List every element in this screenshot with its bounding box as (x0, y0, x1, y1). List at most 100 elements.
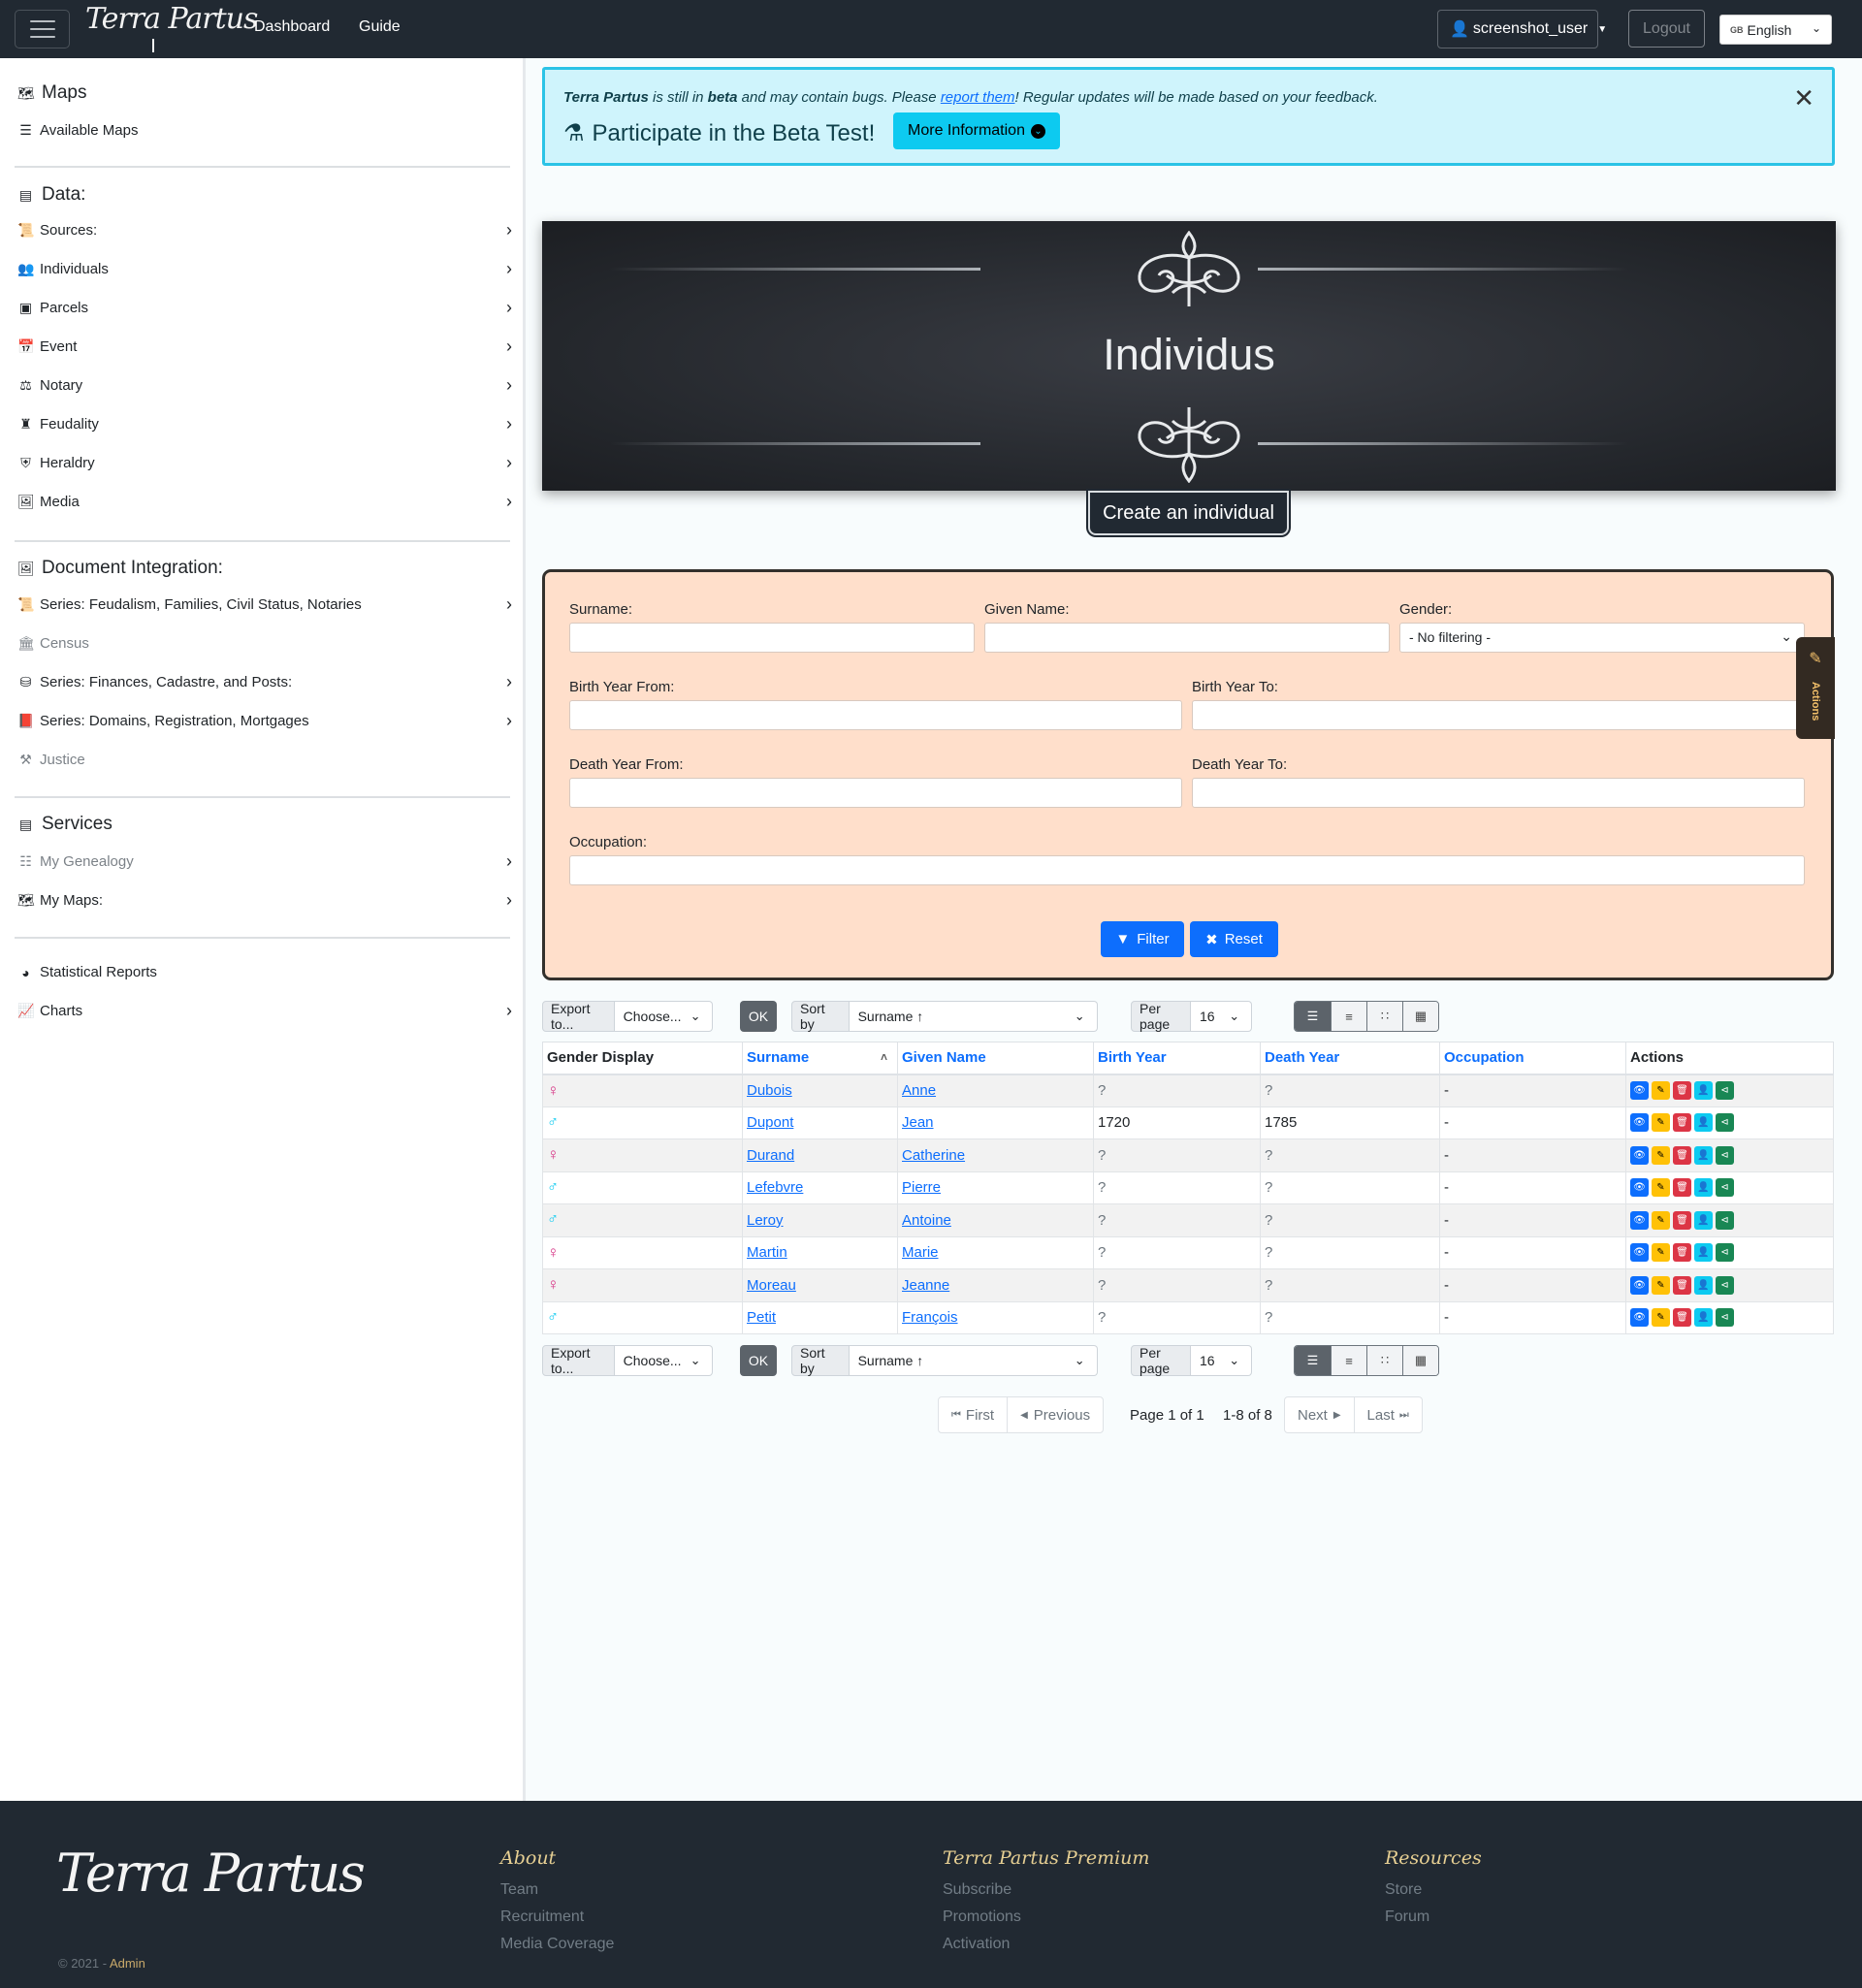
sort-select[interactable]: Surname ↑ ⌄ (849, 1001, 1098, 1032)
view-icon[interactable]: 👁 (1630, 1210, 1649, 1230)
sidebar-item-my-genealogy[interactable]: ☷ My Genealogy › (17, 851, 512, 871)
trash-icon[interactable]: 🗑 (1673, 1145, 1691, 1165)
trash-icon[interactable]: 🗑 (1673, 1275, 1691, 1295)
col-birth-year[interactable]: Birth Year (1093, 1042, 1261, 1075)
admin-link[interactable]: Admin (110, 1956, 145, 1971)
given-name-link[interactable]: Antoine (902, 1212, 951, 1229)
export-ok-button[interactable]: OK (740, 1345, 777, 1376)
sidebar-item-notary[interactable]: ⚖ Notary › (17, 375, 512, 395)
more-information-button[interactable]: More Information ⌄ (893, 112, 1060, 149)
sidebar-item-parcels[interactable]: ▣ Parcels › (17, 298, 512, 317)
trash-icon[interactable]: 🗑 (1673, 1113, 1691, 1133)
view-icon[interactable]: 👁 (1630, 1178, 1649, 1198)
user-link-icon[interactable]: 👤 (1694, 1275, 1713, 1295)
view-icon[interactable]: 👁 (1630, 1308, 1649, 1328)
sidebar-item-charts[interactable]: 📈 Charts › (17, 1001, 512, 1020)
given-name-link[interactable]: François (902, 1309, 958, 1326)
given-name-link[interactable]: Marie (902, 1244, 939, 1261)
trash-icon[interactable]: 🗑 (1673, 1308, 1691, 1328)
pencil-icon[interactable]: ✎ (1652, 1178, 1670, 1198)
menu-toggle-button[interactable] (15, 10, 70, 48)
report-bugs-link[interactable]: report them (941, 89, 1015, 106)
share-icon[interactable]: ⊲ (1716, 1113, 1734, 1133)
given-name-input[interactable] (984, 623, 1390, 653)
reset-button[interactable]: ✖ Reset (1190, 921, 1278, 957)
actions-side-tab[interactable]: ✎ Actions (1796, 637, 1835, 739)
surname-link[interactable]: Martin (747, 1244, 787, 1261)
create-individual-button[interactable]: Create an individual (1088, 491, 1289, 535)
user-link-icon[interactable]: 👤 (1694, 1210, 1713, 1230)
surname-input[interactable] (569, 623, 975, 653)
user-link-icon[interactable]: 👤 (1694, 1243, 1713, 1263)
col-occupation[interactable]: Occupation (1439, 1042, 1626, 1075)
sidebar-doc-item[interactable]: 📕 Series: Domains, Registration, Mortgage… (17, 711, 512, 730)
sidebar-item-heraldry[interactable]: ⛨ Heraldry › (17, 453, 512, 472)
footer-link[interactable]: Activation (943, 1936, 1010, 1953)
surname-link[interactable]: Leroy (747, 1212, 784, 1229)
view-icon[interactable]: 👁 (1630, 1145, 1649, 1165)
per-page-select[interactable]: 16 ⌄ (1191, 1345, 1253, 1376)
view-grid-small-icon[interactable]: ∷ (1366, 1346, 1402, 1375)
close-icon[interactable]: ✕ (1793, 83, 1814, 113)
surname-link[interactable]: Durand (747, 1147, 794, 1164)
pencil-icon[interactable]: ✎ (1652, 1113, 1670, 1133)
view-grid-large-icon[interactable]: ▦ (1402, 1346, 1438, 1375)
surname-link[interactable]: Moreau (747, 1277, 796, 1294)
footer-link[interactable]: Subscribe (943, 1881, 1011, 1899)
export-select[interactable]: Choose... ⌄ (614, 1001, 714, 1032)
sidebar-item-my-maps[interactable]: 🗺 My Maps: › (17, 890, 512, 910)
footer-link[interactable]: Promotions (943, 1908, 1021, 1926)
view-icon[interactable]: 👁 (1630, 1275, 1649, 1295)
given-name-link[interactable]: Anne (902, 1082, 936, 1099)
first-page-button[interactable]: ⏮ First (939, 1397, 1007, 1432)
per-page-select[interactable]: 16 ⌄ (1191, 1001, 1253, 1032)
share-icon[interactable]: ⊲ (1716, 1243, 1734, 1263)
share-icon[interactable]: ⊲ (1716, 1145, 1734, 1165)
col-given-name[interactable]: Given Name (897, 1042, 1094, 1075)
pencil-icon[interactable]: ✎ (1652, 1308, 1670, 1328)
nav-guide-link[interactable]: Guide (359, 18, 401, 36)
user-link-icon[interactable]: 👤 (1694, 1145, 1713, 1165)
user-menu-button[interactable]: 👤 screenshot_user ▼ (1437, 10, 1607, 48)
surname-link[interactable]: Dupont (747, 1114, 793, 1131)
share-icon[interactable]: ⊲ (1716, 1178, 1734, 1198)
user-link-icon[interactable]: 👤 (1694, 1178, 1713, 1198)
given-name-link[interactable]: Jeanne (902, 1277, 949, 1294)
given-name-link[interactable]: Jean (902, 1114, 934, 1131)
share-icon[interactable]: ⊲ (1716, 1081, 1734, 1100)
sidebar-item-event[interactable]: 📅 Event › (17, 337, 512, 356)
footer-link[interactable]: Store (1385, 1881, 1422, 1899)
view-icon[interactable]: 👁 (1630, 1081, 1649, 1100)
sidebar-item-available-maps[interactable]: ☰ Available Maps (17, 122, 512, 139)
sidebar-doc-item[interactable]: ⛁ Series: Finances, Cadastre, and Posts: › (17, 672, 512, 691)
gender-select[interactable]: - No filtering - ⌄ (1399, 623, 1805, 653)
view-list-icon[interactable]: ☰ (1295, 1346, 1331, 1375)
share-icon[interactable]: ⊲ (1716, 1308, 1734, 1328)
given-name-link[interactable]: Catherine (902, 1147, 965, 1164)
view-icon[interactable]: 👁 (1630, 1113, 1649, 1133)
surname-link[interactable]: Lefebvre (747, 1179, 803, 1196)
surname-link[interactable]: Petit (747, 1309, 776, 1326)
last-page-button[interactable]: Last ⏭ (1353, 1397, 1422, 1432)
previous-page-button[interactable]: ◀ Previous (1007, 1397, 1103, 1432)
death-year-to-input[interactable] (1192, 778, 1805, 808)
footer-link[interactable]: Team (500, 1881, 538, 1899)
view-grid-small-icon[interactable]: ∷ (1366, 1002, 1402, 1031)
pencil-icon[interactable]: ✎ (1652, 1243, 1670, 1263)
occupation-input[interactable] (569, 855, 1805, 885)
sidebar-item-media[interactable]: 🖼 Media › (17, 492, 512, 511)
birth-year-from-input[interactable] (569, 700, 1182, 730)
view-icon[interactable]: 👁 (1630, 1243, 1649, 1263)
user-link-icon[interactable]: 👤 (1694, 1113, 1713, 1133)
pencil-icon[interactable]: ✎ (1652, 1275, 1670, 1295)
export-select[interactable]: Choose... ⌄ (614, 1345, 714, 1376)
sidebar-item-sources[interactable]: 📜 Sources: › (17, 220, 512, 240)
surname-link[interactable]: Dubois (747, 1082, 792, 1099)
trash-icon[interactable]: 🗑 (1673, 1243, 1691, 1263)
user-link-icon[interactable]: 👤 (1694, 1081, 1713, 1100)
language-select[interactable]: GB English ⌄ (1719, 15, 1832, 45)
sidebar-item-statistical-reports[interactable]: ◕ Statistical Reports (17, 964, 512, 980)
birth-year-to-input[interactable] (1192, 700, 1805, 730)
footer-link[interactable]: Media Coverage (500, 1936, 614, 1953)
sidebar-item-individuals[interactable]: 👥 Individuals › (17, 259, 512, 278)
